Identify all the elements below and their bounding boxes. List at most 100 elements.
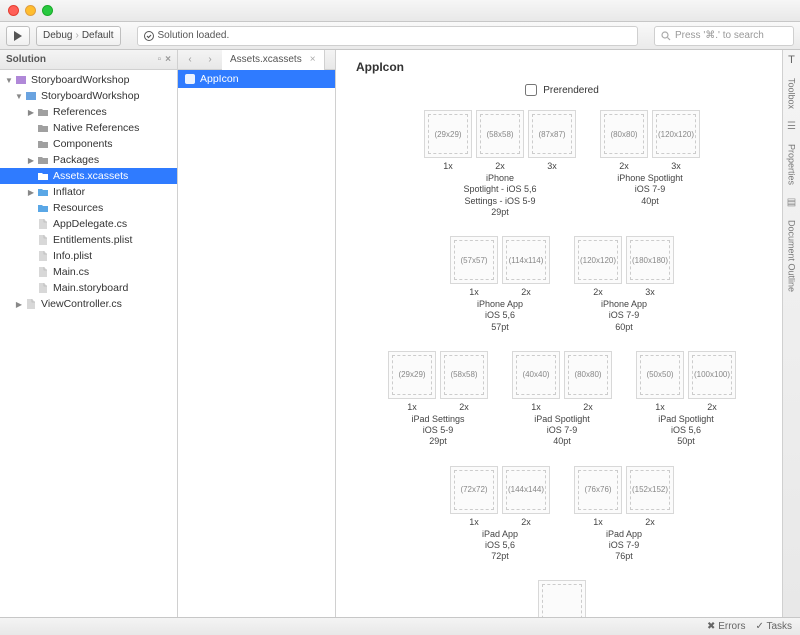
slot-size-label: (58x58) [450, 370, 477, 379]
document-outline-tab[interactable]: Document Outline [787, 216, 797, 296]
tree-item[interactable]: ▶ References [0, 104, 177, 120]
tree-item[interactable]: Info.plist [0, 248, 177, 264]
asset-list-item[interactable]: AppIcon [178, 70, 335, 88]
disclosure-arrow-icon[interactable]: ▶ [26, 156, 36, 165]
image-well[interactable]: (72x72) [450, 466, 498, 514]
nav-forward-button[interactable]: › [202, 52, 218, 68]
image-well[interactable]: (120x120) [652, 110, 700, 158]
tree-item[interactable]: Components [0, 136, 177, 152]
tree-item[interactable]: Main.cs [0, 264, 177, 280]
slot-scale-label: 1x [388, 402, 436, 412]
slot-size-label: (144x144) [508, 485, 544, 494]
image-well[interactable]: (87x87) [528, 110, 576, 158]
errors-pad-button[interactable]: ✖ Errors [707, 621, 745, 632]
properties-tab[interactable]: Properties [787, 140, 797, 189]
tree-item[interactable]: ▶Packages [0, 152, 177, 168]
slot-scale-label: 2x [502, 517, 550, 527]
slot-row: (29x29)1x(58x58)2x(87x87)3x [424, 110, 576, 173]
slot-size-label: (76x76) [584, 485, 611, 494]
image-well[interactable]: (29x29) [424, 110, 472, 158]
image-well[interactable]: (29x29) [388, 351, 436, 399]
close-window-button[interactable] [8, 5, 19, 16]
disclosure-arrow-icon[interactable]: ▼ [14, 92, 24, 101]
close-tab-icon[interactable]: × [310, 54, 316, 65]
pad-close-icon[interactable]: × [165, 54, 171, 65]
image-well[interactable]: (40x40) [512, 351, 560, 399]
prerendered-checkbox[interactable] [525, 84, 537, 96]
image-well[interactable]: (76x76) [574, 466, 622, 514]
tree-item-icon [36, 233, 50, 247]
image-well[interactable]: (100x100) [688, 351, 736, 399]
tree-item-icon [36, 281, 50, 295]
build-config-selector[interactable]: Debug›Default [36, 26, 121, 46]
search-placeholder: Press '⌘.' to search [675, 30, 764, 41]
asset-list-item-label: AppIcon [200, 73, 239, 85]
slot-cell: (120x120)2x [574, 236, 622, 299]
image-well[interactable]: (57x57) [450, 236, 498, 284]
tree-item-label: Resources [53, 202, 103, 214]
slot-size-label: (58x58) [486, 130, 513, 139]
tree-item-label: References [53, 106, 107, 118]
tree-item[interactable]: Entitlements.plist [0, 232, 177, 248]
toolbar: Debug›Default Solution loaded. Press '⌘.… [0, 22, 800, 50]
slot-cell: (40x40)1x [512, 351, 560, 414]
group-label: iPad AppiOS 7-976pt [574, 529, 674, 563]
editor-tabbar: ‹ › Assets.xcassets × [178, 50, 335, 70]
disclosure-arrow-icon[interactable]: ▶ [14, 300, 24, 309]
editor-tab[interactable]: Assets.xcassets × [222, 50, 325, 70]
tree-item-label: StoryboardWorkshop [31, 74, 129, 86]
tree-item-icon [36, 169, 50, 183]
slot-scale-label: 1x [574, 517, 622, 527]
zoom-window-button[interactable] [42, 5, 53, 16]
disclosure-arrow-icon[interactable]: ▶ [26, 188, 36, 197]
tree-item-label: Inflator [53, 186, 85, 198]
tree-item[interactable]: Main.storyboard [0, 280, 177, 296]
slot-scale-label: 2x [600, 161, 648, 171]
slot-row: (76x76)1x(152x152)2x [574, 466, 674, 529]
image-well[interactable]: (80x80) [600, 110, 648, 158]
pad-options-icon[interactable]: ▫ [158, 54, 162, 65]
toolbox-tab[interactable]: Toolbox [787, 74, 797, 113]
run-button[interactable] [6, 26, 30, 46]
slot-scale-label: 3x [626, 287, 674, 297]
tree-item[interactable]: Assets.xcassets [0, 168, 177, 184]
tree-item[interactable]: Native References [0, 120, 177, 136]
image-well[interactable]: (58x58) [440, 351, 488, 399]
image-well[interactable]: (114x114) [502, 236, 550, 284]
image-well[interactable]: (58x58) [476, 110, 524, 158]
image-well[interactable] [538, 580, 586, 617]
solution-tree[interactable]: ▼StoryboardWorkshop▼StoryboardWorkshop▶R… [0, 70, 177, 617]
outline-glyph-icon: ▤ [787, 197, 796, 208]
build-config-label: Debug [43, 30, 72, 41]
tree-item[interactable]: ▼ StoryboardWorkshop [0, 72, 177, 88]
tree-item[interactable]: ▼StoryboardWorkshop [0, 88, 177, 104]
slot-row: (57x57)1x(114x114)2x [450, 236, 550, 299]
image-well[interactable]: (152x152) [626, 466, 674, 514]
titlebar [0, 0, 800, 22]
tasks-pad-button[interactable]: ✓ Tasks [755, 621, 792, 632]
disclosure-arrow-icon[interactable]: ▶ [26, 108, 36, 117]
image-well[interactable]: (144x144) [502, 466, 550, 514]
disclosure-arrow-icon[interactable]: ▼ [4, 76, 14, 85]
slot-size-label: (72x72) [460, 485, 487, 494]
tree-item[interactable]: Resources [0, 200, 177, 216]
image-well[interactable]: (180x180) [626, 236, 674, 284]
search-input[interactable]: Press '⌘.' to search [654, 26, 794, 46]
tree-item[interactable]: AppDelegate.cs [0, 216, 177, 232]
prerendered-label: Prerendered [543, 85, 599, 96]
image-well[interactable]: (80x80) [564, 351, 612, 399]
tree-item[interactable]: ▶ViewController.cs [0, 296, 177, 312]
tree-item-icon [24, 89, 38, 103]
tree-item[interactable]: ▶ Inflator [0, 184, 177, 200]
icon-row [356, 580, 768, 617]
asset-list[interactable]: AppIcon [178, 70, 335, 617]
asset-title: AppIcon [356, 60, 768, 74]
minimize-window-button[interactable] [25, 5, 36, 16]
search-icon [661, 31, 671, 41]
nav-back-button[interactable]: ‹ [182, 52, 198, 68]
image-well[interactable]: (120x120) [574, 236, 622, 284]
group-label: iPad AppiOS 5,672pt [450, 529, 550, 563]
prerendered-row: Prerendered [356, 84, 768, 96]
slot-cell: (100x100)2x [688, 351, 736, 414]
image-well[interactable]: (50x50) [636, 351, 684, 399]
